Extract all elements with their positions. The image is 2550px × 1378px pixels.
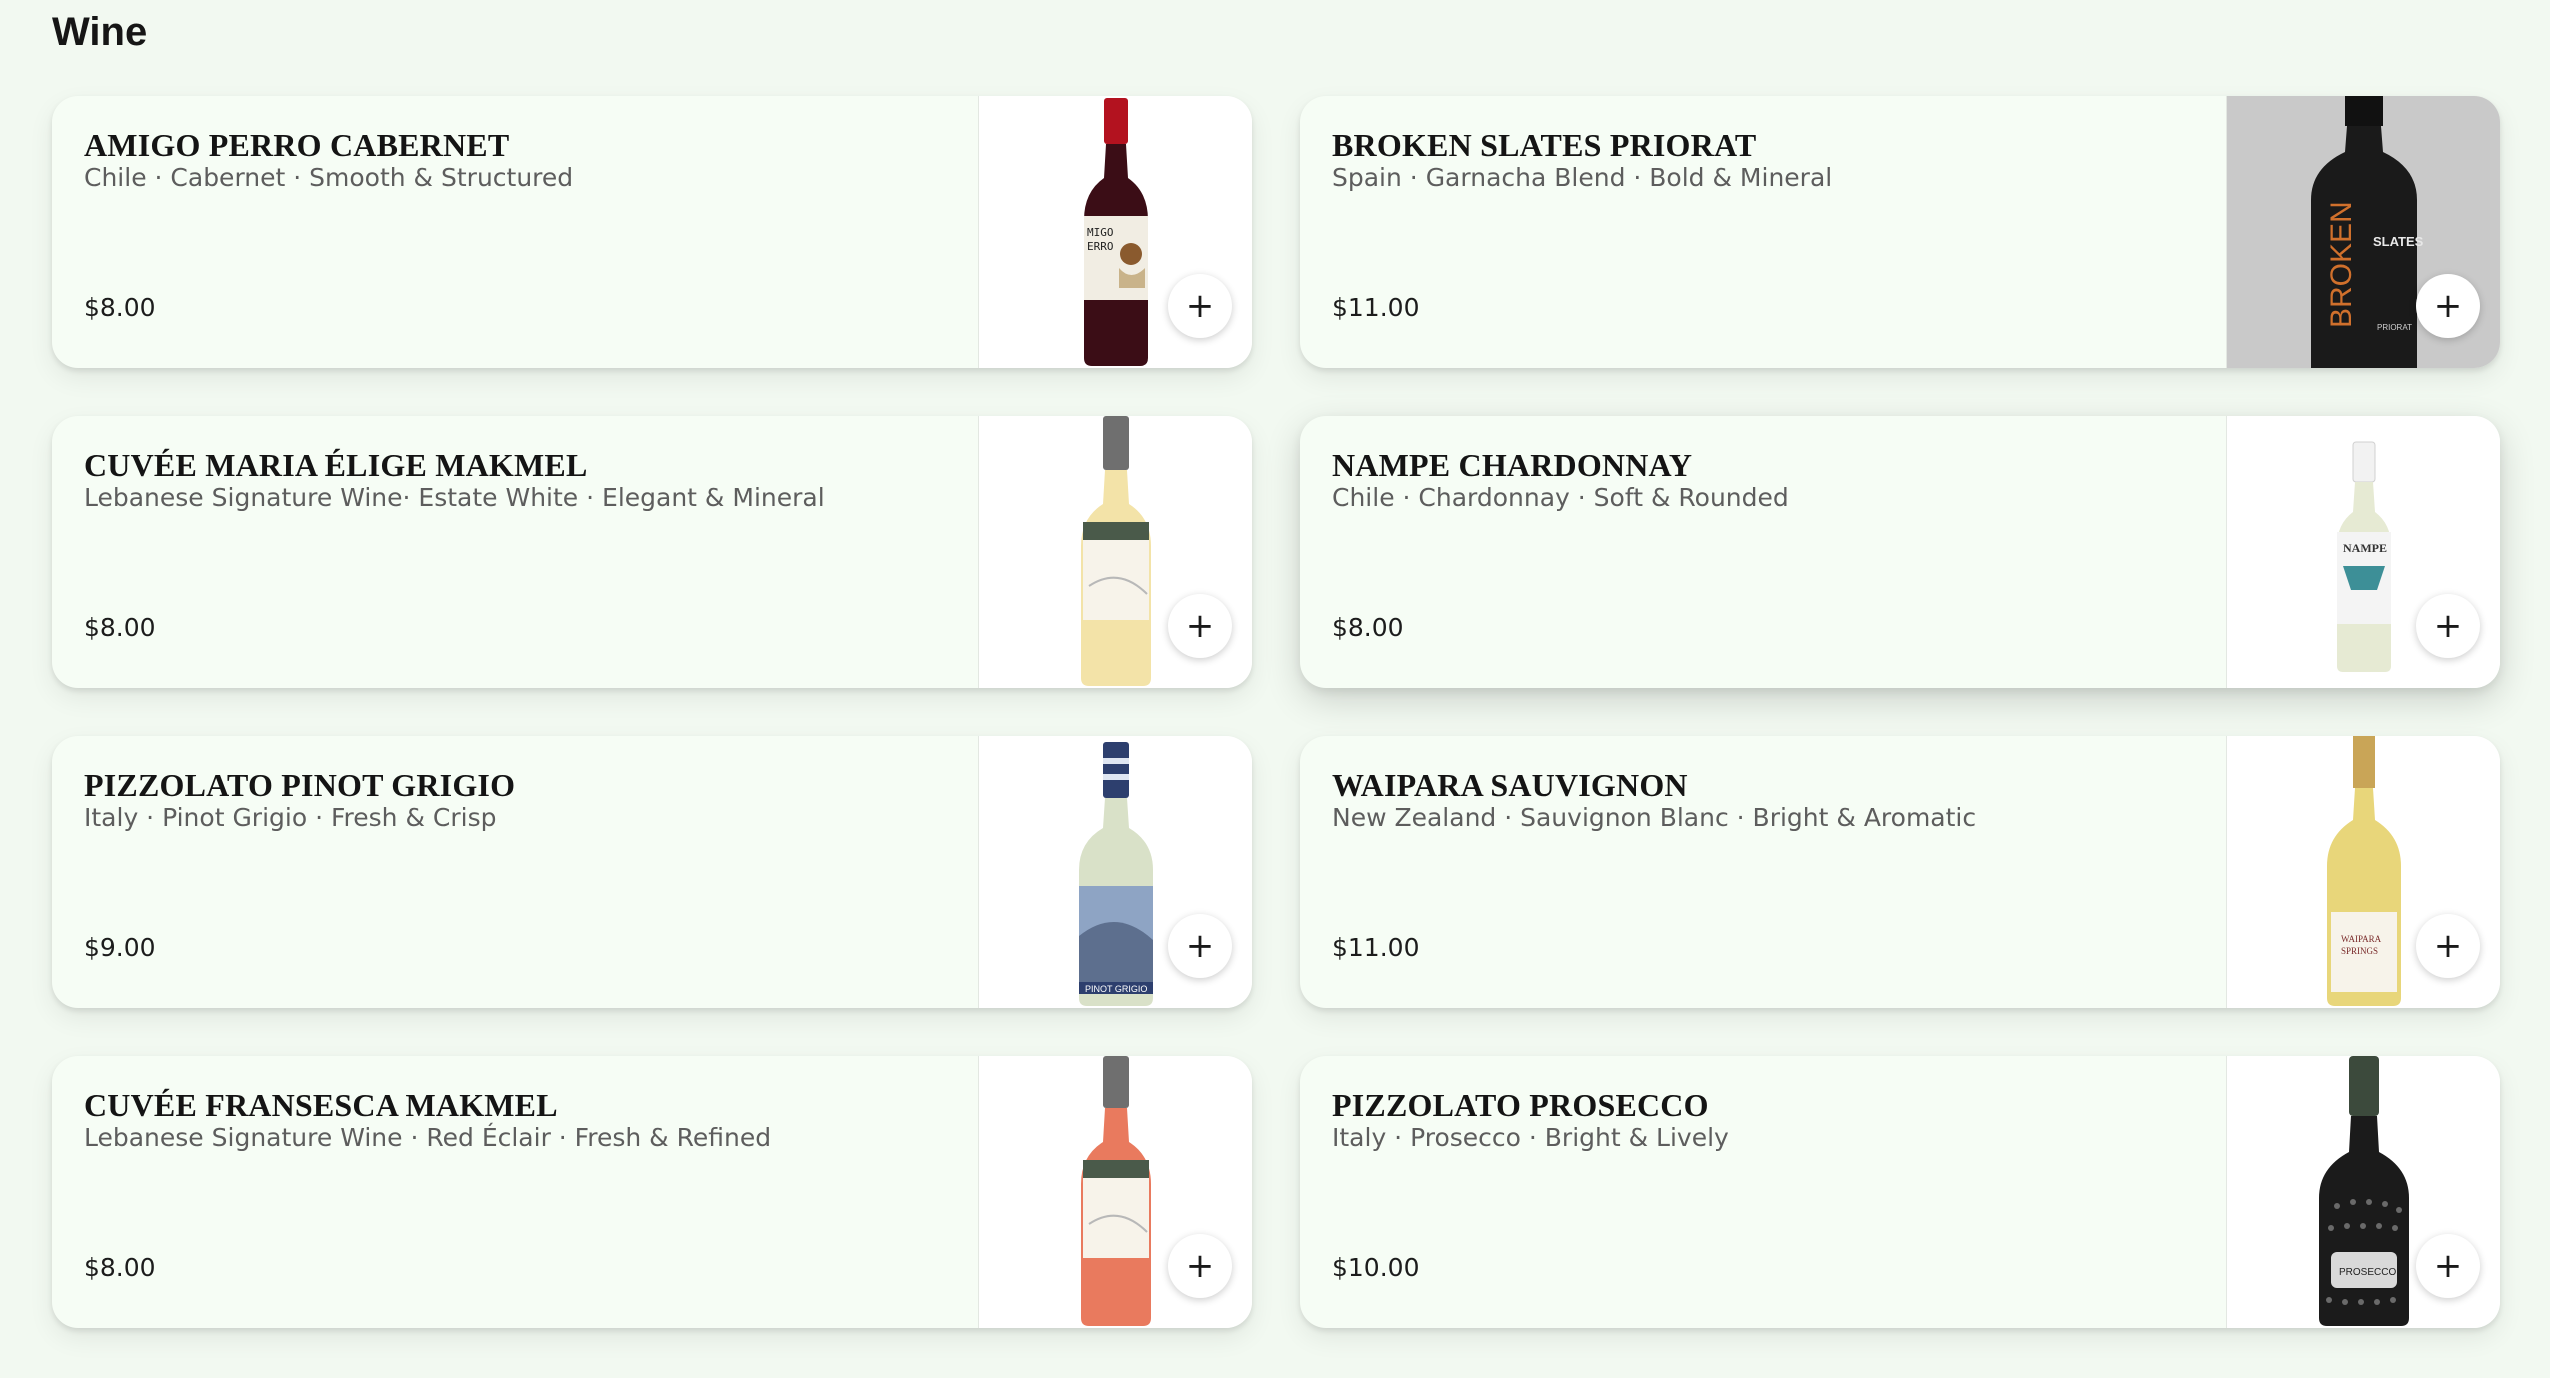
svg-text:MIGO: MIGO	[1087, 226, 1114, 239]
product-info: BROKEN SLATES PRIORAT Spain · Garnacha B…	[1300, 96, 2227, 368]
add-to-cart-button[interactable]: +	[2416, 914, 2480, 978]
product-image: PROSECCO +	[2227, 1056, 2500, 1328]
product-description: Chile · Chardonnay · Soft & Rounded	[1332, 483, 1789, 512]
svg-text:WAIPARA: WAIPARA	[2341, 934, 2382, 944]
product-grid: AMIGO PERRO CABERNET Chile · Cabernet · …	[52, 96, 2500, 1328]
product-price: $11.00	[1332, 293, 1420, 322]
product-price: $10.00	[1332, 1253, 1420, 1282]
svg-text:SLATES: SLATES	[2373, 234, 2424, 249]
add-to-cart-button[interactable]: +	[1168, 274, 1232, 338]
product-price: $8.00	[1332, 613, 1404, 642]
product-image: NAMPE +	[2227, 416, 2500, 688]
product-card[interactable]: CUVÉE FRANSESCA MAKMEL Lebanese Signatur…	[52, 1056, 1252, 1328]
product-card[interactable]: BROKEN SLATES PRIORAT Spain · Garnacha B…	[1300, 96, 2500, 368]
product-description: Italy · Pinot Grigio · Fresh & Crisp	[84, 803, 497, 832]
product-card[interactable]: PIZZOLATO PINOT GRIGIO Italy · Pinot Gri…	[52, 736, 1252, 1008]
product-description: New Zealand · Sauvignon Blanc · Bright &…	[1332, 803, 1977, 832]
section-title: Wine	[52, 10, 148, 54]
product-card[interactable]: CUVÉE MARIA ÉLIGE MAKMEL Lebanese Signat…	[52, 416, 1252, 688]
product-info: NAMPE CHARDONNAY Chile · Chardonnay · So…	[1300, 416, 2227, 688]
product-name: WAIPARA SAUVIGNON	[1332, 767, 1688, 803]
product-image: MIGO ERRO +	[979, 96, 1252, 368]
product-card[interactable]: WAIPARA SAUVIGNON New Zealand · Sauvigno…	[1300, 736, 2500, 1008]
svg-text:BROKEN: BROKEN	[2325, 201, 2358, 328]
svg-text:SPRINGS: SPRINGS	[2341, 946, 2378, 956]
product-name: PIZZOLATO PROSECCO	[1332, 1087, 1709, 1123]
product-card[interactable]: AMIGO PERRO CABERNET Chile · Cabernet · …	[52, 96, 1252, 368]
product-price: $8.00	[84, 293, 156, 322]
product-info: CUVÉE MARIA ÉLIGE MAKMEL Lebanese Signat…	[52, 416, 979, 688]
product-price: $11.00	[1332, 933, 1420, 962]
svg-text:ERRO: ERRO	[1087, 240, 1114, 253]
product-description: Chile · Cabernet · Smooth & Structured	[84, 163, 574, 192]
add-to-cart-button[interactable]: +	[2416, 1234, 2480, 1298]
product-info: CUVÉE FRANSESCA MAKMEL Lebanese Signatur…	[52, 1056, 979, 1328]
product-card[interactable]: PIZZOLATO PROSECCO Italy · Prosecco · Br…	[1300, 1056, 2500, 1328]
product-name: PIZZOLATO PINOT GRIGIO	[84, 767, 516, 803]
svg-text:PINOT GRIGIO: PINOT GRIGIO	[1085, 984, 1147, 994]
product-description: Italy · Prosecco · Bright & Lively	[1332, 1123, 1729, 1152]
product-description: Lebanese Signature Wine· Estate White · …	[84, 483, 825, 512]
product-name: AMIGO PERRO CABERNET	[84, 127, 510, 163]
product-name: CUVÉE MARIA ÉLIGE MAKMEL	[84, 447, 588, 483]
product-description: Spain · Garnacha Blend · Bold & Mineral	[1332, 163, 1833, 192]
product-price: $8.00	[84, 613, 156, 642]
add-to-cart-button[interactable]: +	[2416, 274, 2480, 338]
svg-text:PRIORAT: PRIORAT	[2377, 323, 2412, 332]
product-price: $8.00	[84, 1253, 156, 1282]
product-info: PIZZOLATO PINOT GRIGIO Italy · Pinot Gri…	[52, 736, 979, 1008]
product-name: BROKEN SLATES PRIORAT	[1332, 127, 1757, 163]
product-name: NAMPE CHARDONNAY	[1332, 447, 1693, 483]
product-info: WAIPARA SAUVIGNON New Zealand · Sauvigno…	[1300, 736, 2227, 1008]
svg-text:NAMPE: NAMPE	[2343, 541, 2387, 555]
product-price: $9.00	[84, 933, 156, 962]
product-card[interactable]: NAMPE CHARDONNAY Chile · Chardonnay · So…	[1300, 416, 2500, 688]
add-to-cart-button[interactable]: +	[2416, 594, 2480, 658]
add-to-cart-button[interactable]: +	[1168, 594, 1232, 658]
product-image: +	[979, 1056, 1252, 1328]
add-to-cart-button[interactable]: +	[1168, 1234, 1232, 1298]
product-image: PINOT GRIGIO +	[979, 736, 1252, 1008]
product-name: CUVÉE FRANSESCA MAKMEL	[84, 1087, 558, 1123]
product-image: WAIPARA SPRINGS +	[2227, 736, 2500, 1008]
product-description: Lebanese Signature Wine · Red Éclair · F…	[84, 1123, 772, 1152]
product-info: PIZZOLATO PROSECCO Italy · Prosecco · Br…	[1300, 1056, 2227, 1328]
product-info: AMIGO PERRO CABERNET Chile · Cabernet · …	[52, 96, 979, 368]
product-image: BROKEN SLATES PRIORAT +	[2227, 96, 2500, 368]
svg-text:PROSECCO: PROSECCO	[2339, 1267, 2396, 1278]
product-image: +	[979, 416, 1252, 688]
add-to-cart-button[interactable]: +	[1168, 914, 1232, 978]
